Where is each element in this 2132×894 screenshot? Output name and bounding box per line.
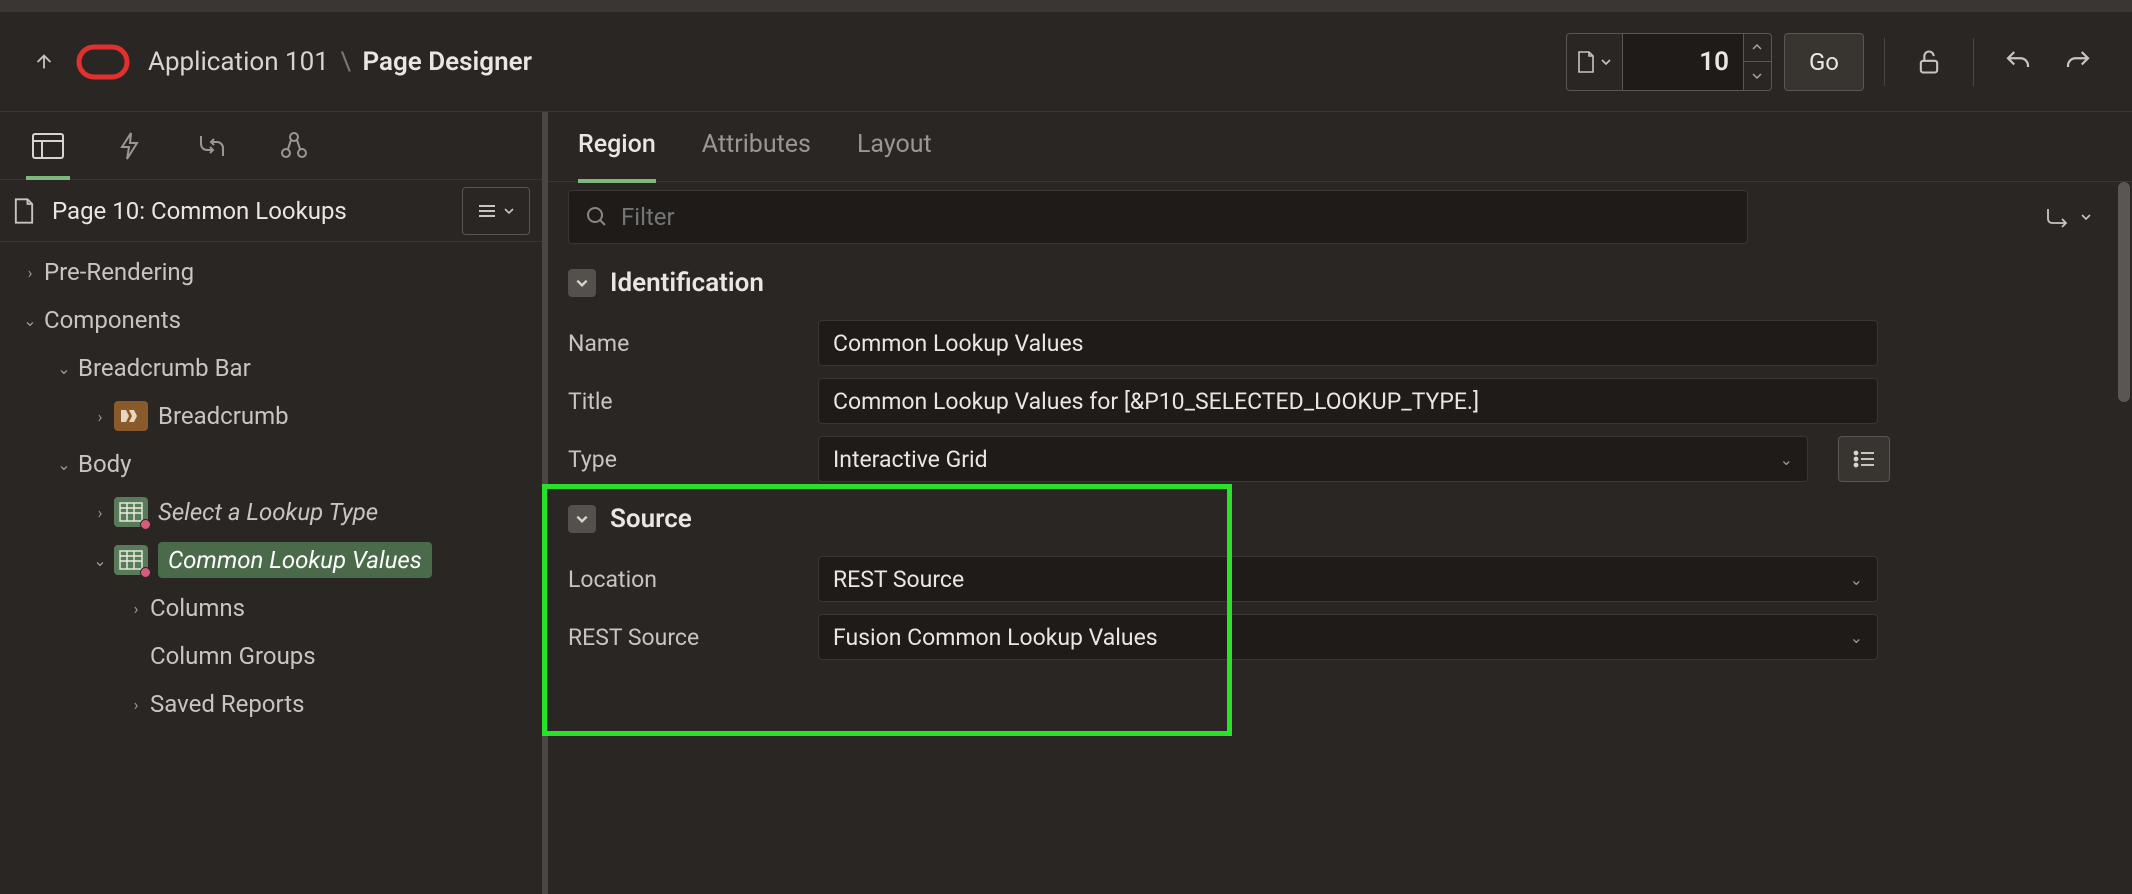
shared-components-tab-icon[interactable] bbox=[276, 128, 312, 164]
page-number-input[interactable] bbox=[1623, 34, 1743, 90]
prop-row-name: Name Common Lookup Values bbox=[548, 314, 2132, 372]
chevron-down-icon[interactable]: ⌄ bbox=[16, 311, 44, 330]
tree-row-pre-rendering[interactable]: › Pre-Rendering bbox=[0, 248, 542, 296]
interactive-grid-icon bbox=[114, 497, 148, 527]
chevron-right-icon[interactable]: › bbox=[122, 599, 150, 618]
page-file-icon bbox=[12, 197, 40, 225]
section-source-header[interactable]: Source bbox=[548, 488, 2132, 550]
chevron-down-icon[interactable] bbox=[568, 505, 596, 533]
tree-row-body[interactable]: ⌄ Body bbox=[0, 440, 542, 488]
tree-row-common-lookup-values[interactable]: ⌄ Common Lookup Values bbox=[0, 536, 542, 584]
scrollbar[interactable] bbox=[2116, 182, 2132, 894]
tree-row-breadcrumb-bar[interactable]: ⌄ Breadcrumb Bar bbox=[0, 344, 542, 392]
tree-row-saved-reports[interactable]: › Saved Reports bbox=[0, 680, 542, 728]
rest-source-select[interactable]: Fusion Common Lookup Values ⌄ bbox=[818, 614, 1878, 660]
filter-box bbox=[568, 190, 1748, 244]
page-title: Page 10: Common Lookups bbox=[52, 197, 450, 225]
component-tree: › Pre-Rendering ⌄ Components ⌄ Breadcrum… bbox=[0, 242, 542, 734]
breadcrumb: Application 101 \ Page Designer bbox=[148, 47, 532, 77]
tab-layout[interactable]: Layout bbox=[857, 130, 932, 163]
filter-row bbox=[548, 182, 2132, 252]
goto-group-icon[interactable] bbox=[2044, 205, 2112, 229]
lock-icon[interactable] bbox=[1905, 38, 1953, 86]
window-chrome bbox=[0, 0, 2132, 12]
separator bbox=[1884, 38, 1885, 86]
oracle-logo bbox=[76, 44, 130, 80]
chevron-right-icon[interactable]: › bbox=[86, 503, 114, 522]
chevron-down-icon[interactable]: ⌄ bbox=[50, 455, 78, 474]
property-tabs: Region Attributes Layout bbox=[548, 112, 2132, 182]
tree-row-columns[interactable]: › Columns bbox=[0, 584, 542, 632]
search-icon bbox=[585, 205, 609, 229]
page-icon-dropdown[interactable] bbox=[1567, 34, 1623, 90]
separator bbox=[1973, 38, 1974, 86]
breadcrumb-page: Page Designer bbox=[362, 47, 531, 77]
breadcrumb-separator: \ bbox=[340, 47, 351, 77]
prop-row-rest-source: REST Source Fusion Common Lookup Values … bbox=[548, 608, 2132, 666]
prop-row-type: Type Interactive Grid ⌄ bbox=[548, 430, 2132, 488]
property-editor: Region Attributes Layout Identification … bbox=[548, 112, 2132, 894]
tab-region[interactable]: Region bbox=[578, 130, 656, 163]
location-select[interactable]: REST Source ⌄ bbox=[818, 556, 1878, 602]
rendering-tab-icon[interactable] bbox=[30, 128, 66, 164]
chevron-down-icon: ⌄ bbox=[1850, 570, 1863, 589]
chevron-right-icon[interactable]: › bbox=[86, 407, 114, 426]
chevron-down-icon: ⌄ bbox=[1780, 450, 1793, 469]
filter-input[interactable] bbox=[621, 203, 1731, 231]
dynamic-actions-tab-icon[interactable] bbox=[112, 128, 148, 164]
tab-attributes[interactable]: Attributes bbox=[702, 130, 811, 163]
left-panel: Page 10: Common Lookups › Pre-Rendering … bbox=[0, 112, 548, 894]
prop-row-title: Title Common Lookup Values for [&P10_SEL… bbox=[548, 372, 2132, 430]
tree-row-breadcrumb[interactable]: › Breadcrumb bbox=[0, 392, 542, 440]
section-identification-header[interactable]: Identification bbox=[548, 252, 2132, 314]
chevron-right-icon[interactable]: › bbox=[122, 695, 150, 714]
undo-icon[interactable] bbox=[1994, 38, 2042, 86]
go-button[interactable]: Go bbox=[1784, 33, 1864, 91]
type-select[interactable]: Interactive Grid ⌄ bbox=[818, 436, 1808, 482]
tree-row-select-lookup[interactable]: › Select a Lookup Type bbox=[0, 488, 542, 536]
page-step-up[interactable] bbox=[1744, 34, 1771, 63]
up-arrow-button[interactable] bbox=[30, 48, 58, 76]
chevron-down-icon[interactable]: ⌄ bbox=[86, 551, 114, 570]
breadcrumb-app[interactable]: Application 101 bbox=[148, 47, 329, 77]
chevron-down-icon[interactable]: ⌄ bbox=[50, 359, 78, 378]
tree-menu-button[interactable] bbox=[462, 187, 530, 235]
interactive-grid-icon bbox=[114, 545, 148, 575]
tree-row-column-groups[interactable]: › Column Groups bbox=[0, 632, 542, 680]
scrollbar-thumb[interactable] bbox=[2118, 182, 2130, 402]
name-input[interactable]: Common Lookup Values bbox=[818, 320, 1878, 366]
breadcrumb-region-icon bbox=[114, 401, 148, 431]
tree-row-components[interactable]: ⌄ Components bbox=[0, 296, 542, 344]
tree-header: Page 10: Common Lookups bbox=[0, 180, 542, 242]
chevron-right-icon[interactable]: › bbox=[16, 263, 44, 282]
title-input[interactable]: Common Lookup Values for [&P10_SELECTED_… bbox=[818, 378, 1878, 424]
header-bar: Application 101 \ Page Designer Go bbox=[0, 12, 2132, 112]
redo-icon[interactable] bbox=[2054, 38, 2102, 86]
left-panel-tabs bbox=[0, 112, 542, 180]
page-selector-group bbox=[1566, 33, 1772, 91]
type-options-button[interactable] bbox=[1838, 436, 1890, 482]
chevron-down-icon: ⌄ bbox=[1850, 628, 1863, 647]
chevron-down-icon[interactable] bbox=[568, 269, 596, 297]
prop-row-location: Location REST Source ⌄ bbox=[548, 550, 2132, 608]
processing-tab-icon[interactable] bbox=[194, 128, 230, 164]
page-step-down[interactable] bbox=[1744, 62, 1771, 90]
page-stepper bbox=[1743, 34, 1771, 90]
